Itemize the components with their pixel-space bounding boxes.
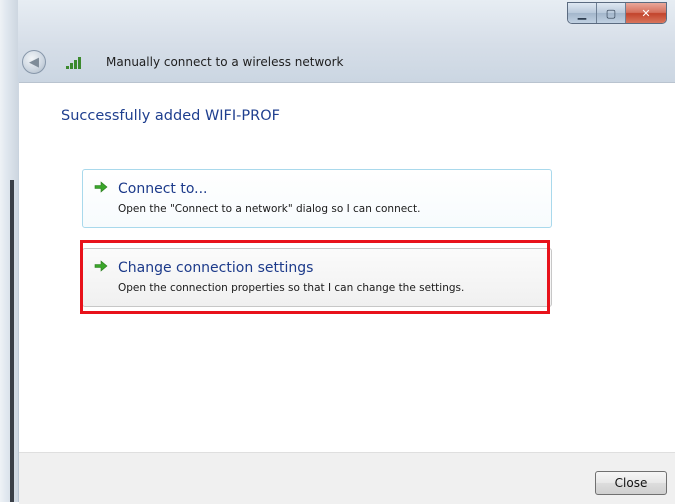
connect-to-link[interactable]: Connect to... Open the "Connect to a net… (82, 169, 552, 228)
navigation-row: ◀ Manually connect to a wireless network (18, 48, 618, 76)
minimize-button[interactable]: ▁ (568, 3, 597, 23)
window-title: Manually connect to a wireless network (106, 55, 344, 69)
close-window-button[interactable]: ✕ (626, 3, 666, 23)
dialog-content: Successfully added WIFI-PROF Connect to.… (19, 82, 675, 504)
window-controls: ▁ ▢ ✕ (567, 2, 667, 24)
dialog-footer: Close (19, 452, 675, 504)
close-icon: ✕ (641, 6, 651, 20)
connect-to-description: Open the "Connect to a network" dialog s… (118, 203, 421, 215)
back-arrow-icon: ◀ (29, 54, 39, 70)
window-left-edge (0, 0, 18, 502)
close-button[interactable]: Close (595, 471, 667, 495)
back-button[interactable]: ◀ (22, 50, 46, 74)
connect-to-title: Connect to... (118, 181, 208, 197)
highlight-annotation (80, 240, 550, 314)
wireless-signal-icon (66, 55, 84, 69)
page-heading: Successfully added WIFI-PROF (61, 108, 280, 124)
window-edge-shadow (10, 180, 14, 502)
maximize-icon: ▢ (605, 6, 617, 20)
minimize-icon: ▁ (577, 6, 587, 20)
maximize-button[interactable]: ▢ (597, 3, 626, 23)
green-arrow-icon (94, 181, 108, 193)
